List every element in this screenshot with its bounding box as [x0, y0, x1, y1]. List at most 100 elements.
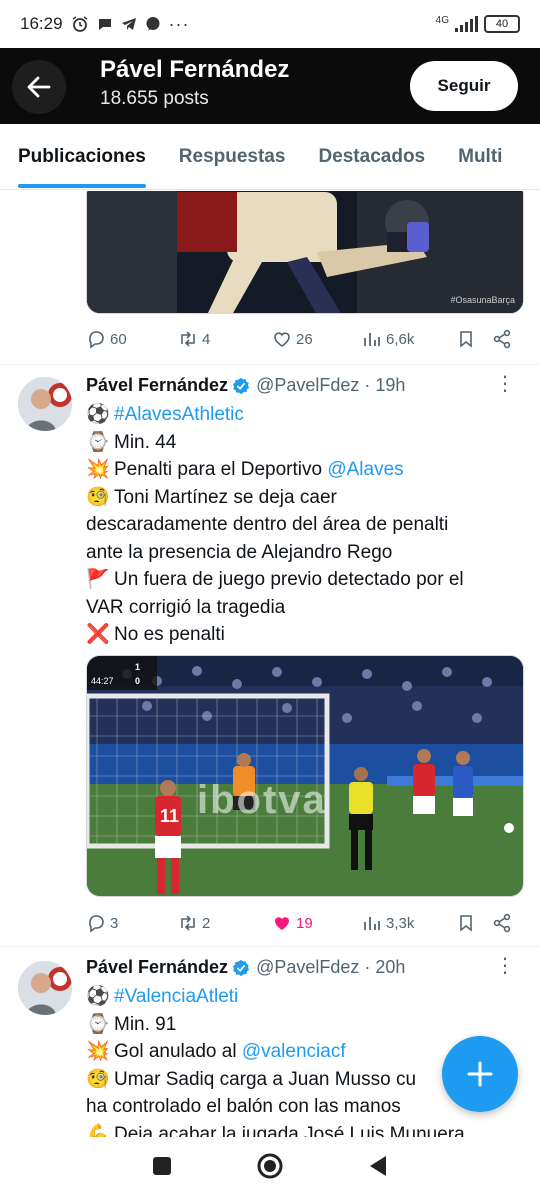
author-name[interactable]: Pável Fernández: [86, 957, 228, 978]
avatar-image: [18, 961, 72, 1015]
soccer-ball-emoji: ⚽: [86, 986, 110, 1007]
tweet-media-image[interactable]: 44:27 1 0 11 ibotva: [86, 655, 524, 897]
signal-icon: [455, 16, 478, 32]
collision-emoji: 💥: [86, 1041, 110, 1062]
player-number: 11: [160, 806, 180, 826]
verified-icon: [232, 377, 250, 394]
circle-home-icon: [257, 1153, 283, 1179]
reply-count: 3: [110, 914, 119, 932]
tweet-line: 🧐 Toni Martínez se deja caer: [86, 484, 526, 512]
tab-respuestas[interactable]: Respuestas: [161, 124, 286, 189]
retweet-count: 2: [202, 914, 211, 932]
score-home: 1: [135, 662, 141, 672]
home-button[interactable]: [256, 1152, 284, 1185]
profile-tabs: Publicaciones Respuestas Destacados Mult…: [0, 124, 540, 190]
tweet-line: 🚩 Un fuera de juego previo detectado por …: [86, 566, 526, 594]
recent-apps-button[interactable]: [151, 1155, 173, 1182]
tweet-text: ⚽ #AlavesAthletic ⌚ Min. 44 💥 Penalti para …: [86, 401, 526, 649]
status-time: 16:29: [20, 14, 63, 33]
views-count: 6,6k: [386, 330, 415, 348]
share-button[interactable]: [492, 329, 512, 349]
heart-icon: [275, 917, 289, 930]
tab-publicaciones[interactable]: Publicaciones: [0, 124, 146, 189]
back-nav-button[interactable]: [367, 1154, 389, 1183]
alarm-icon: [72, 16, 87, 32]
tweet-line-text: ha controlado el balón con las manos: [86, 1096, 401, 1117]
flexed-biceps-emoji: 💪: [86, 1123, 110, 1138]
tweet[interactable]: Pável Fernández @PavelFdez · 19h ⋮ ⚽ #Ala…: [0, 365, 540, 945]
system-navigation-bar: [0, 1137, 540, 1200]
tweet-line: ante la presencia de Alejandro Rego: [86, 539, 526, 567]
tweet-line: ❌ No es penalti: [86, 621, 526, 649]
tweet-actions: 60 4 26 6,6k: [86, 321, 516, 357]
tweet-time: · 19h: [364, 375, 406, 395]
battery-icon: 40: [484, 15, 520, 33]
tweet-line-text: Deja acabar la jugada José Luis Munuera: [114, 1123, 465, 1138]
tweet-line-text: Min. 44: [114, 431, 177, 453]
bookmark-button[interactable]: [456, 913, 476, 933]
match-clock: 44:27: [91, 676, 114, 686]
flag-emoji: 🚩: [86, 569, 110, 590]
profile-header: Pável Fernández 18.655 posts Seguir: [0, 48, 540, 124]
back-button[interactable]: [12, 60, 66, 114]
tweet-line-text: VAR corrigió la tragedia: [86, 596, 286, 618]
square-icon: [153, 1157, 172, 1175]
avatar[interactable]: [18, 961, 72, 1015]
tweet-media-image[interactable]: #OsasunaBarça: [86, 191, 524, 314]
author-handle[interactable]: @PavelFdez: [256, 375, 359, 396]
views-button[interactable]: 6,6k: [362, 329, 414, 349]
author-handle[interactable]: @PavelFdez: [256, 957, 359, 978]
reply-button[interactable]: 3: [86, 913, 118, 933]
soccer-ball-emoji: ⚽: [86, 404, 110, 425]
heart-icon: [274, 332, 290, 347]
like-button[interactable]: 26: [272, 329, 313, 349]
tweet-header: Pável Fernández @PavelFdez · 20h: [86, 957, 405, 978]
like-button[interactable]: 19: [272, 913, 313, 933]
tweet-line-text: Min. 91: [114, 1013, 177, 1035]
verified-icon: [232, 959, 250, 976]
tweet-line: 💥 Penalti para el Deportivo @Alaves: [86, 456, 526, 484]
network-type: 4G: [435, 14, 449, 26]
score-away: 0: [135, 676, 141, 686]
views-icon: [364, 333, 380, 346]
share-icon: [493, 329, 511, 349]
soccer-match-image: [87, 656, 523, 896]
mention-link[interactable]: @Alaves: [327, 459, 403, 480]
tweet-line: VAR corrigió la tragedia: [86, 594, 526, 622]
tab-destacados[interactable]: Destacados: [300, 124, 425, 189]
profile-name: Pável Fernández: [100, 56, 290, 83]
hashtag-link[interactable]: #AlavesAthletic: [114, 404, 244, 425]
tweet-actions: 3 2 19 3,3k: [86, 905, 516, 941]
retweet-button[interactable]: 2: [178, 913, 210, 933]
reply-count: 60: [110, 330, 127, 348]
more-icon[interactable]: ⋮: [495, 371, 516, 396]
retweet-button[interactable]: 4: [178, 329, 210, 349]
hashtag-link[interactable]: #ValenciaAtleti: [114, 986, 238, 1007]
like-count: 19: [296, 914, 313, 932]
tweet-line-text: ante la presencia de Alejandro Rego: [86, 541, 393, 563]
tweet-line-text: Un fuera de juego previo detectado por e…: [114, 569, 464, 590]
author-name[interactable]: Pável Fernández: [86, 375, 228, 396]
reply-icon: [89, 915, 104, 933]
bookmark-button[interactable]: [456, 329, 476, 349]
chat-icon: [98, 19, 111, 30]
reply-button[interactable]: 60: [86, 329, 127, 349]
mention-link[interactable]: @valenciacf: [242, 1041, 346, 1062]
follow-button[interactable]: Seguir: [410, 61, 518, 111]
status-bar: 16:29 ··· 4G 40: [0, 0, 540, 48]
tweet-time: · 20h: [364, 957, 406, 977]
cross-mark-emoji: ❌: [86, 624, 110, 645]
status-notification-icons: ···: [71, 14, 190, 35]
avatar[interactable]: [18, 377, 72, 431]
tweet-line-text: Gol anulado al: [114, 1041, 242, 1062]
feed[interactable]: #OsasunaBarça 60 4 26 6,6k Pável Fernánd…: [0, 191, 540, 1137]
share-button[interactable]: [492, 913, 512, 933]
tweet-line-text: No es penalti: [114, 624, 225, 645]
telegram-icon: [121, 18, 136, 30]
status-right: 4G 40: [436, 15, 520, 33]
views-button[interactable]: 3,3k: [362, 913, 414, 933]
more-icon[interactable]: ⋮: [495, 953, 516, 978]
compose-post-button[interactable]: [442, 1036, 518, 1112]
tweet-header: Pável Fernández @PavelFdez · 19h: [86, 375, 405, 396]
tab-multimedia[interactable]: Multi: [440, 124, 502, 189]
